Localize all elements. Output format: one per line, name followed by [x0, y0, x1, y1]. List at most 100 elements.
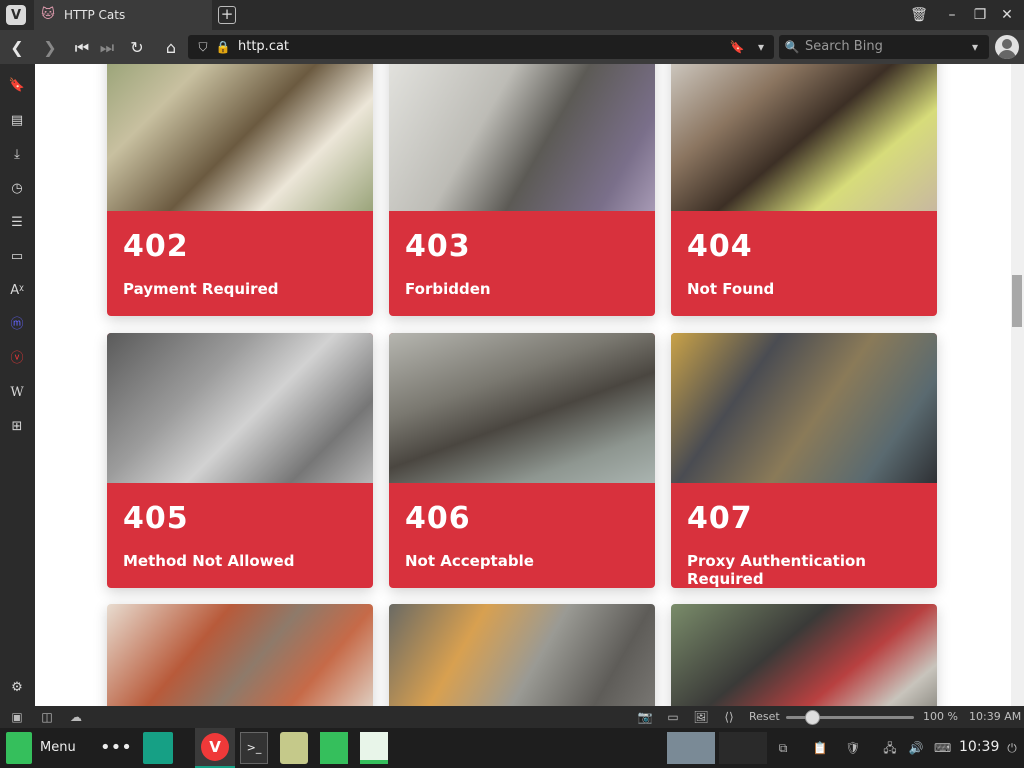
history-icon[interactable]: ◷ [7, 179, 27, 199]
search-icon: 🔍 [784, 40, 800, 54]
chevron-down-icon[interactable]: ▾ [753, 38, 769, 56]
cat-image [107, 604, 373, 706]
status-card-406[interactable]: 406 Not Acceptable [389, 333, 655, 588]
notes-icon[interactable]: ☰ [7, 213, 27, 233]
vivaldi-taskbar-button[interactable]: V [195, 728, 235, 768]
card-info: 407 Proxy Authentication Required [671, 483, 937, 588]
search-placeholder: Search Bing [805, 39, 883, 54]
status-code: 405 [123, 501, 189, 536]
status-card-408[interactable] [107, 604, 373, 706]
page-actions-icon[interactable]: ⟨⟩ [721, 709, 737, 725]
status-card-407[interactable]: 407 Proxy Authentication Required [671, 333, 937, 588]
volume-icon[interactable]: 🔊 [908, 740, 924, 756]
workspace-2[interactable] [719, 732, 767, 764]
back-button[interactable]: ❮ [7, 38, 27, 58]
restore-button[interactable]: ❐ [971, 6, 989, 24]
bookmark-page-icon[interactable]: 🔖 [729, 38, 745, 56]
search-field[interactable]: 🔍 Search Bing ▾ [779, 35, 989, 59]
status-clock: 10:39 AM [969, 710, 1022, 723]
downloads-icon[interactable]: ⤓ [7, 145, 27, 165]
status-card-402[interactable]: 402 Payment Required [107, 64, 373, 316]
cat-image [107, 64, 373, 211]
cat-image [671, 64, 937, 211]
bookmark-icon[interactable]: 🔖 [7, 76, 27, 96]
minimize-button[interactable]: – [943, 6, 961, 24]
network-icon[interactable]: 🖧 [882, 740, 898, 756]
vivaldi-app-icon: V [201, 733, 229, 761]
power-icon[interactable]: ⏻ [1004, 740, 1020, 756]
status-code: 404 [687, 229, 753, 264]
new-tab-button[interactable]: + [218, 6, 236, 24]
window-panel-icon[interactable]: ▭ [7, 247, 27, 267]
capture-camera-icon[interactable]: 📷 [637, 709, 653, 725]
window-switch-icon[interactable]: ⧉ [775, 740, 791, 756]
clipboard-icon[interactable]: 📋 [812, 740, 828, 756]
tab-tiling-icon[interactable]: ◫ [39, 709, 55, 725]
rewind-button[interactable]: ⏮ [72, 38, 92, 58]
translate-icon[interactable]: Aᵡ [7, 281, 27, 301]
cat-image [389, 64, 655, 211]
card-info: 402 Payment Required [107, 211, 373, 316]
lock-icon[interactable]: 🔒 [215, 38, 231, 56]
keyboard-icon[interactable]: ⌨ [934, 740, 951, 756]
status-card-403[interactable]: 403 Forbidden [389, 64, 655, 316]
vivaldi-menu-icon[interactable]: V [6, 5, 26, 25]
status-message: Not Found [687, 280, 775, 298]
manjaro-menu-icon[interactable] [6, 732, 32, 764]
tab-http-cats[interactable]: HTTP Cats [34, 0, 212, 30]
home-button[interactable]: ⌂ [161, 38, 181, 58]
add-panel-icon[interactable]: ⊞ [7, 417, 27, 437]
status-message: Not Acceptable [405, 552, 534, 570]
start-menu-label[interactable]: Menu [40, 740, 76, 755]
settings-gear-icon[interactable]: ⚙ [7, 678, 27, 698]
status-code: 403 [405, 229, 471, 264]
url-text[interactable]: http.cat [238, 39, 289, 54]
status-message: Forbidden [405, 280, 491, 298]
cat-image [671, 333, 937, 483]
tab-bar: V HTTP Cats 🐱 + 🗑 – ❐ ✕ [0, 0, 1024, 30]
address-toolbar: ❮ ❯ ⏮ ⏭ ↻ ⌂ ⛉ 🔒 http.cat 🔖 ▾ 🔍 Search Bi… [0, 30, 1024, 64]
file-manager-icon[interactable] [143, 732, 173, 764]
fast-forward-button[interactable]: ⏭ [97, 38, 117, 58]
zoom-reset-button[interactable]: Reset [749, 710, 780, 723]
card-info: 404 Not Found [671, 211, 937, 316]
image-toggle-icon[interactable]: 🖼 [693, 709, 709, 725]
status-card-410[interactable] [671, 604, 937, 706]
reload-button[interactable]: ↻ [127, 38, 147, 58]
scrollbar-thumb[interactable] [1012, 275, 1022, 327]
cat-image [389, 604, 655, 706]
status-card-409[interactable] [389, 604, 655, 706]
terminal-icon[interactable]: >_ [240, 732, 268, 764]
show-apps-icon[interactable]: ••• [100, 732, 132, 764]
wikipedia-icon[interactable]: W [7, 383, 27, 403]
close-button[interactable]: ✕ [998, 6, 1016, 24]
manjaro-settings-icon[interactable] [320, 732, 348, 764]
vivaldi-icon[interactable]: ⓥ [7, 349, 27, 369]
window-icon[interactable]: ▭ [665, 709, 681, 725]
status-card-405[interactable]: 405 Method Not Allowed [107, 333, 373, 588]
sync-cloud-icon[interactable]: ☁ [68, 709, 84, 725]
taskbar-clock[interactable]: 10:39 [959, 739, 999, 755]
forward-button[interactable]: ❯ [40, 38, 60, 58]
archive-manager-icon[interactable] [280, 732, 308, 764]
card-info: 403 Forbidden [389, 211, 655, 316]
search-engine-dropdown-icon[interactable]: ▾ [967, 38, 983, 56]
page-content: 402 Payment Required 403 Forbidden 404 N… [35, 64, 1011, 706]
workspace-1[interactable] [667, 732, 715, 764]
software-installer-icon[interactable] [360, 732, 388, 764]
shield-icon[interactable]: ⛉ [195, 38, 211, 56]
shield-tray-icon[interactable]: 🛡 [845, 740, 861, 756]
address-bar[interactable]: ⛉ 🔒 http.cat 🔖 ▾ [188, 35, 774, 59]
trash-icon[interactable]: 🗑 [910, 6, 928, 24]
page-scrollbar[interactable] [1011, 64, 1024, 706]
mastodon-icon[interactable]: ⓜ [7, 315, 27, 335]
reading-list-icon[interactable]: ▤ [7, 111, 27, 131]
panel-toggle-icon[interactable]: ▣ [9, 709, 25, 725]
profile-avatar[interactable] [995, 35, 1019, 59]
status-message: Payment Required [123, 280, 279, 298]
zoom-slider-handle[interactable] [805, 710, 820, 725]
cat-image [671, 604, 937, 706]
zoom-level: 100 % [923, 710, 958, 723]
status-card-404[interactable]: 404 Not Found [671, 64, 937, 316]
status-bar: ▣ ◫ ☁ 📷 ▭ 🖼 ⟨⟩ Reset 100 % 10:39 AM [0, 706, 1024, 728]
